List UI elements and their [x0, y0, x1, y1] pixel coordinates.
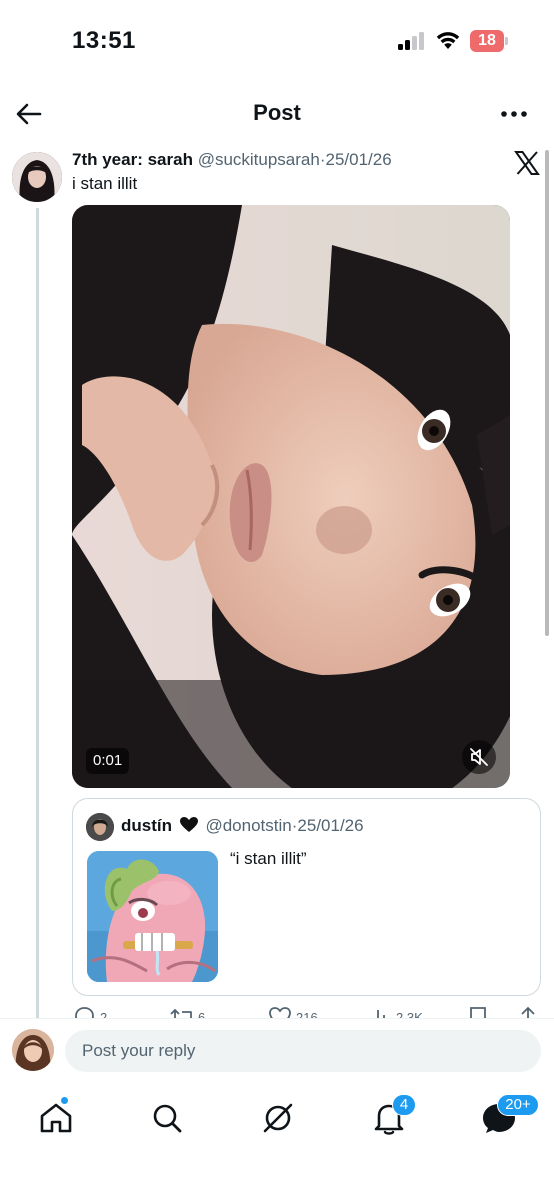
more-button[interactable] — [498, 100, 530, 128]
black-heart-icon — [179, 817, 198, 832]
more-icon — [501, 111, 527, 117]
quoted-date: 25/01/26 — [297, 816, 364, 835]
tab-home[interactable] — [36, 1096, 76, 1138]
home-notification-dot — [60, 1096, 69, 1105]
action-bar: 2 6 216 2.3K — [72, 1004, 542, 1018]
views-count: 2.3K — [396, 1010, 423, 1018]
status-time: 13:51 — [72, 27, 136, 54]
quoted-handle[interactable]: @donotstin — [205, 816, 291, 835]
wifi-icon — [436, 32, 460, 49]
quoted-display-name[interactable]: dustín — [121, 816, 172, 835]
quoted-image[interactable] — [87, 851, 218, 982]
tab-grok[interactable] — [258, 1098, 298, 1138]
status-bar: 13:51 18 — [0, 0, 554, 80]
reply-bar — [0, 1018, 554, 1084]
messages-badge: 20+ — [497, 1094, 539, 1116]
reply-count: 2 — [100, 1010, 108, 1018]
thread-line — [36, 208, 39, 1018]
like-count: 216 — [296, 1010, 318, 1018]
tab-notifications[interactable]: 4 — [369, 1094, 416, 1138]
home-icon — [40, 1103, 72, 1133]
post-text: i stan illit — [72, 174, 138, 193]
tab-messages[interactable]: 20+ — [479, 1094, 539, 1138]
like-button[interactable]: 216 — [268, 1004, 338, 1018]
post-header: 7th year: sarah @suckitupsarah·25/01/26 — [72, 150, 502, 172]
repost-button[interactable]: 6 — [170, 1004, 230, 1018]
tab-search[interactable] — [147, 1098, 187, 1138]
post-video[interactable]: 0:01 — [72, 205, 510, 788]
bookmark-button[interactable] — [468, 1004, 492, 1018]
reply-icon — [75, 1007, 94, 1018]
signal-icon — [398, 32, 426, 50]
muted-speaker-icon — [470, 748, 488, 766]
video-frame — [72, 205, 510, 788]
share-button[interactable] — [518, 1004, 542, 1018]
bottom-tab-bar: 4 20+ — [0, 1084, 554, 1200]
reply-button[interactable]: 2 — [72, 1004, 132, 1018]
notifications-badge: 4 — [392, 1094, 416, 1116]
page-title: Post — [253, 100, 301, 125]
search-icon — [153, 1104, 182, 1133]
author-avatar[interactable] — [12, 152, 62, 202]
post-date[interactable]: 25/01/26 — [326, 150, 392, 169]
x-logo-icon[interactable] — [514, 150, 540, 176]
navigation-header: Post — [0, 88, 554, 140]
quoted-text: “i stan illit” — [230, 849, 307, 868]
views-button[interactable]: 2.3K — [368, 1004, 448, 1018]
like-icon — [269, 1007, 291, 1018]
views-icon — [371, 1010, 385, 1018]
video-duration: 0:01 — [86, 748, 130, 774]
battery-icon: 18 — [470, 30, 508, 52]
quoted-post[interactable]: dustín @donotstin·25/01/26 “i stan illit… — [72, 798, 541, 996]
mute-button[interactable] — [462, 740, 496, 774]
quoted-post-header: dustín @donotstin·25/01/26 — [121, 816, 364, 836]
current-user-avatar[interactable] — [12, 1029, 54, 1071]
reply-input[interactable] — [65, 1030, 541, 1072]
share-icon — [521, 1006, 535, 1018]
grok-icon — [263, 1103, 293, 1133]
repost-icon — [170, 1009, 192, 1018]
repost-count: 6 — [198, 1010, 206, 1018]
author-display-name[interactable]: 7th year: sarah — [72, 150, 193, 169]
quoted-author-avatar[interactable] — [86, 813, 114, 841]
bookmark-icon — [470, 1007, 486, 1018]
author-handle[interactable]: @suckitupsarah — [198, 150, 320, 169]
scrollbar[interactable] — [545, 150, 549, 636]
battery-level: 18 — [478, 32, 496, 49]
